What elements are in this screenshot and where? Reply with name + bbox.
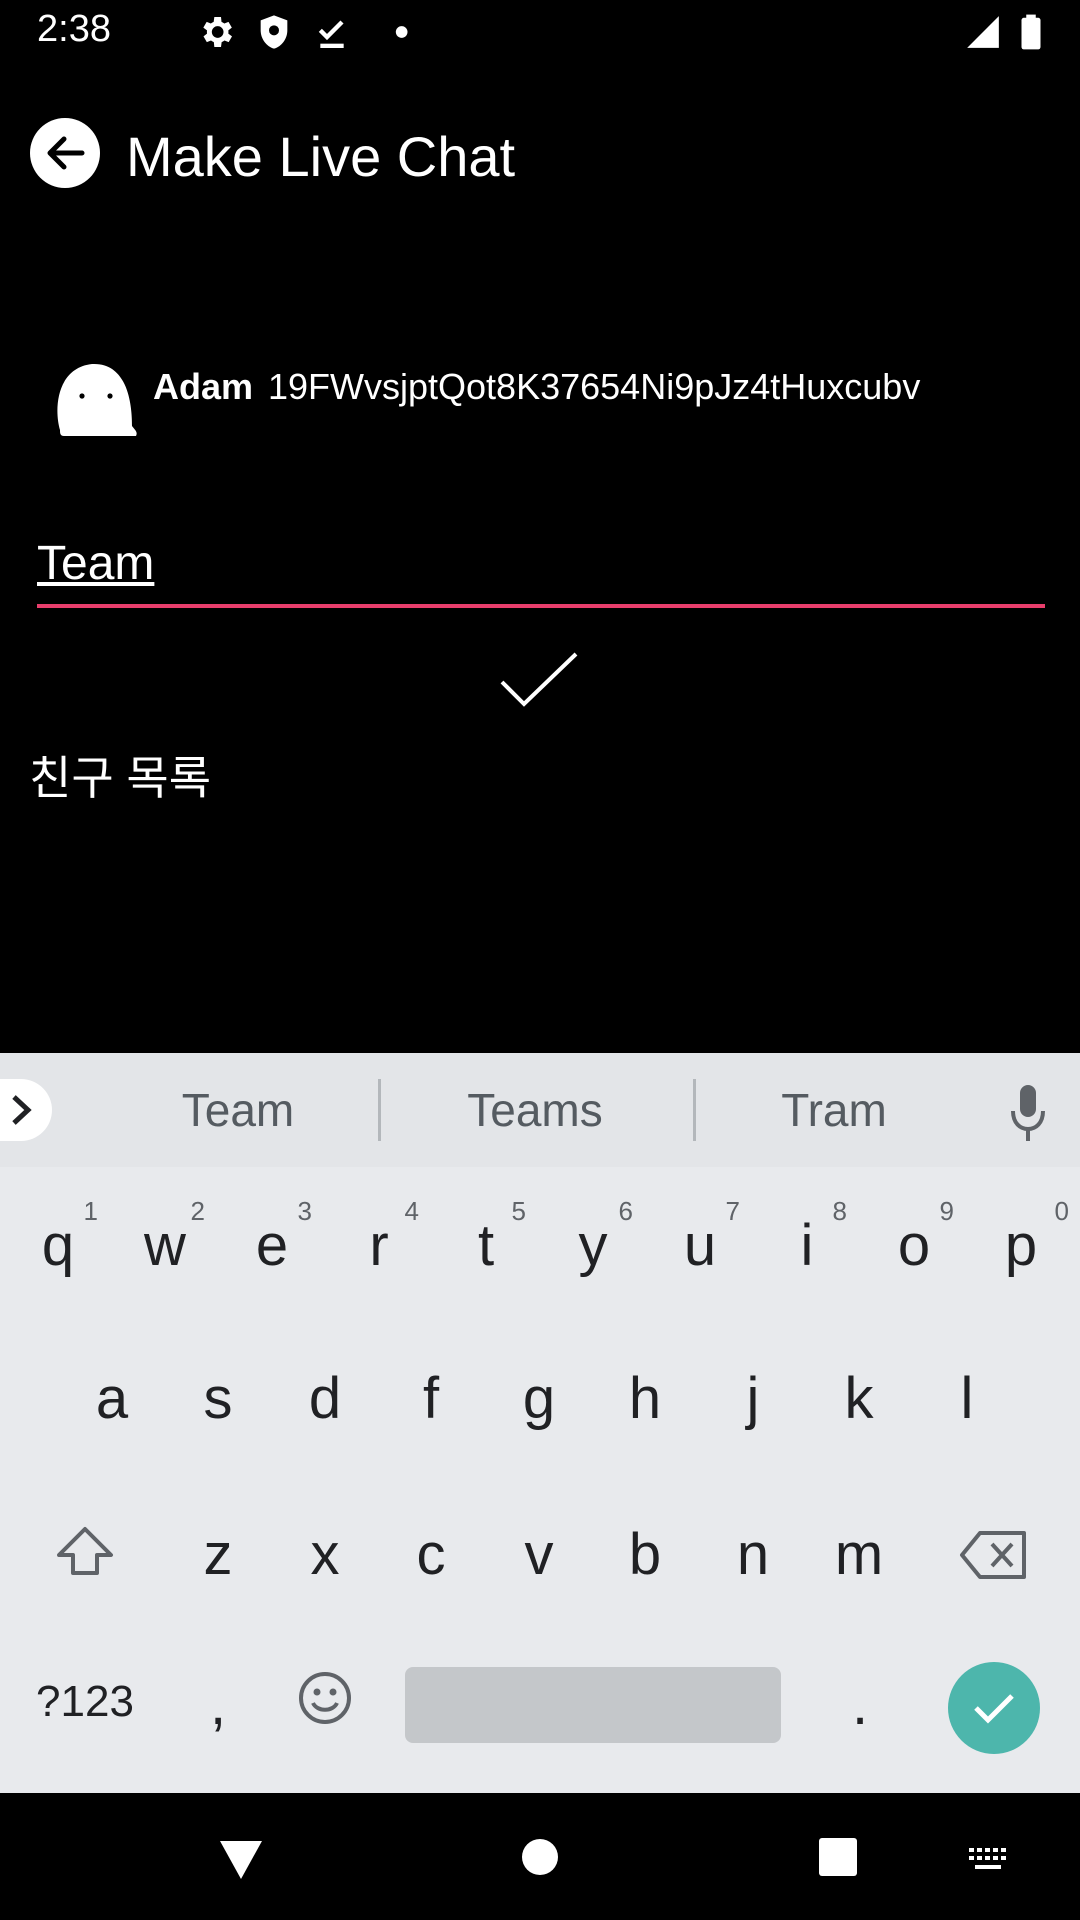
suggestion-1[interactable]: Team <box>118 1083 358 1137</box>
key-r[interactable]: r4 <box>325 1184 433 1296</box>
key-d[interactable]: d <box>271 1337 379 1449</box>
arrow-back-icon <box>47 136 85 170</box>
suggestion-bar: Team Teams Tram <box>0 1053 1080 1167</box>
profile-id: 19FWvsjptQot8K37654Ni9pJz4tHuxcubv <box>268 366 921 407</box>
key-k[interactable]: k <box>805 1337 913 1449</box>
suggestion-3[interactable]: Tram <box>714 1083 954 1137</box>
emoji-icon <box>299 1672 351 1724</box>
keyboard-switch-icon[interactable] <box>968 1847 1010 1873</box>
back-button[interactable] <box>30 118 100 188</box>
dot-icon <box>395 26 408 38</box>
key-l[interactable]: l <box>913 1337 1021 1449</box>
key-n[interactable]: n <box>699 1493 807 1605</box>
key-z[interactable]: z <box>164 1493 272 1605</box>
suggestion-divider <box>693 1079 696 1141</box>
ghost-avatar <box>57 363 137 436</box>
chevron-right-icon <box>12 1095 32 1125</box>
space-key[interactable] <box>405 1667 781 1743</box>
microphone-icon[interactable] <box>1008 1083 1048 1143</box>
key-m[interactable]: m <box>805 1493 913 1605</box>
key-y[interactable]: y6 <box>539 1184 647 1296</box>
key-q[interactable]: q1 <box>4 1184 112 1296</box>
recents-square-icon[interactable] <box>818 1837 858 1877</box>
shield-icon <box>260 15 288 49</box>
key-j[interactable]: j <box>699 1337 807 1449</box>
key-i[interactable]: i8 <box>753 1184 861 1296</box>
shift-key[interactable] <box>32 1493 138 1605</box>
key-f[interactable]: f <box>377 1337 485 1449</box>
key-s[interactable]: s <box>164 1337 272 1449</box>
friend-list-label: 친구 목록 <box>29 752 212 804</box>
keyboard: Team Teams Tram q1 w2 e3 r4 t5 y6 u7 i8 … <box>0 1053 1080 1793</box>
gear-icon <box>203 17 232 47</box>
key-v[interactable]: v <box>485 1493 593 1605</box>
key-h[interactable]: h <box>591 1337 699 1449</box>
chat-name-field[interactable] <box>37 530 1045 608</box>
key-p[interactable]: p0 <box>967 1184 1075 1296</box>
signal-icon <box>967 16 999 48</box>
home-circle-icon[interactable] <box>520 1837 560 1877</box>
key-b[interactable]: b <box>591 1493 699 1605</box>
enter-key[interactable] <box>948 1662 1040 1754</box>
key-x[interactable]: x <box>271 1493 379 1605</box>
page-title: Make Live Chat <box>126 125 516 188</box>
check-icon <box>974 1694 1014 1724</box>
symbols-key[interactable]: ?123 <box>20 1643 150 1755</box>
key-o[interactable]: o9 <box>860 1184 968 1296</box>
profile-name: Adam <box>153 366 254 407</box>
chat-name-input[interactable] <box>37 536 1045 591</box>
key-e[interactable]: e3 <box>218 1184 326 1296</box>
key-g[interactable]: g <box>485 1337 593 1449</box>
confirm-check-icon[interactable] <box>498 648 582 712</box>
key-w[interactable]: w2 <box>111 1184 219 1296</box>
expand-toolbar-button[interactable] <box>0 1079 52 1141</box>
navigation-bar <box>0 1793 1080 1920</box>
suggestion-divider <box>378 1079 381 1141</box>
backspace-key[interactable] <box>944 1493 1044 1605</box>
key-a[interactable]: a <box>58 1337 166 1449</box>
backspace-icon <box>960 1531 1026 1579</box>
key-c[interactable]: c <box>377 1493 485 1605</box>
status-time: 2:38 <box>37 8 111 50</box>
suggestion-2[interactable]: Teams <box>415 1083 655 1137</box>
period-key[interactable]: . <box>806 1643 914 1755</box>
battery-icon <box>1021 14 1041 50</box>
emoji-key[interactable] <box>271 1643 379 1755</box>
key-u[interactable]: u7 <box>646 1184 754 1296</box>
key-t[interactable]: t5 <box>432 1184 540 1296</box>
back-triangle-icon[interactable] <box>216 1837 266 1881</box>
download-done-icon <box>318 20 344 48</box>
comma-key[interactable]: , <box>164 1643 272 1755</box>
shift-icon <box>57 1527 113 1575</box>
